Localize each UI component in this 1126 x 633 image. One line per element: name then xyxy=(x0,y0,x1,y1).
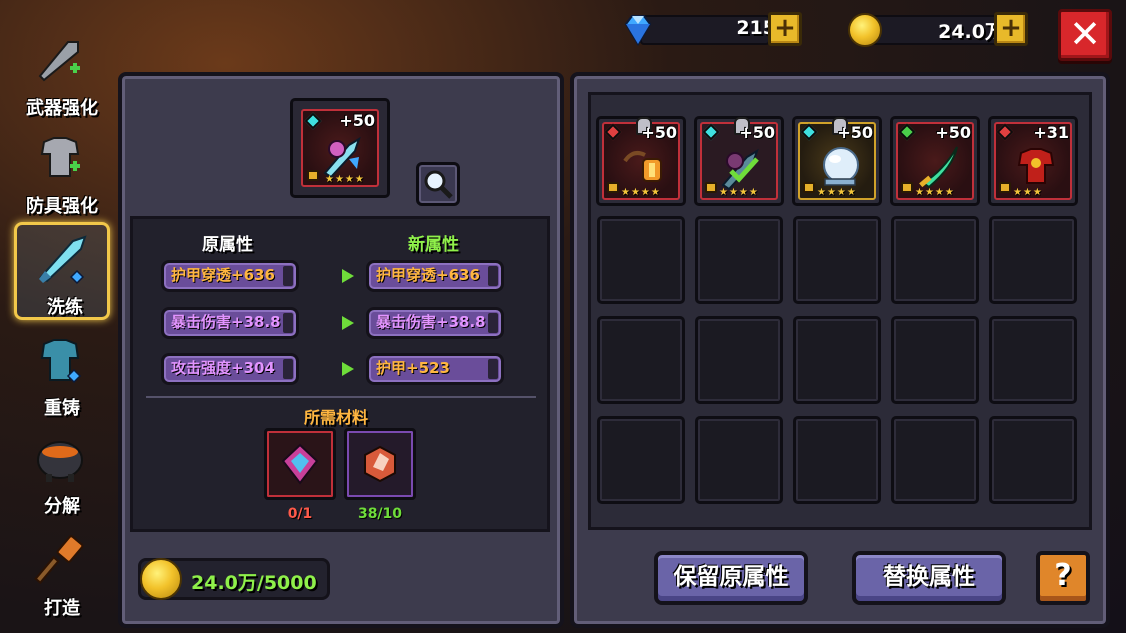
empty-slot[interactable] xyxy=(597,416,685,504)
nav-item-disassemble[interactable]: 分解 xyxy=(14,424,110,522)
crystal-staff-icon xyxy=(721,148,759,191)
red-gem-icon xyxy=(364,445,396,483)
inventory-item-1[interactable]: +50 ★★★★ xyxy=(596,116,686,206)
item-level: +50 xyxy=(837,123,873,142)
nav-label: 防具强化 xyxy=(26,196,98,217)
gold-coin-icon xyxy=(848,13,882,47)
vest-icon xyxy=(40,339,82,384)
crystal-sword-icon xyxy=(39,235,87,285)
nav-item-refine[interactable]: 洗练 xyxy=(14,222,110,320)
nav-label: 分解 xyxy=(44,496,80,517)
crystal-staff-icon xyxy=(323,136,361,179)
hammer-icon xyxy=(34,535,84,585)
gold-counter: 24.0万 + xyxy=(848,12,1033,48)
green-blade-icon xyxy=(919,146,958,189)
sword-icon xyxy=(38,41,80,82)
gem-counter: 215 + xyxy=(620,12,805,48)
lock-icon xyxy=(307,170,319,181)
diamond-icon xyxy=(624,15,652,46)
arrow-icon xyxy=(342,316,354,330)
new-attribute-2: 暴击伤害+38.8 xyxy=(366,307,504,339)
help-button[interactable]: ? xyxy=(1036,551,1090,605)
magnify-button[interactable] xyxy=(416,162,460,206)
new-attribute-1: 护甲穿透+636 xyxy=(366,260,504,292)
lantern-staff-icon xyxy=(623,151,662,182)
gem-amount: 215 xyxy=(736,17,776,39)
keep-attributes-button[interactable]: 保留原属性 xyxy=(654,551,808,605)
empty-slot[interactable] xyxy=(793,316,881,404)
item-stars: ★★★★ xyxy=(915,187,955,198)
new-attribute-3: 护甲+523 xyxy=(366,353,504,385)
empty-slot[interactable] xyxy=(695,316,783,404)
arrow-icon xyxy=(342,269,354,283)
empty-slot[interactable] xyxy=(989,216,1077,304)
nav-item-armor-enhance[interactable]: 防具强化 xyxy=(14,124,110,222)
empty-slot[interactable] xyxy=(695,216,783,304)
nav-item-weapon-enhance[interactable]: 武器强化 xyxy=(14,26,110,124)
selected-item-card[interactable]: +50 ★★★★ xyxy=(290,98,390,198)
fire-armor-icon xyxy=(1017,148,1055,184)
gold-amount: 24.0万 xyxy=(938,21,1004,43)
nav-item-craft[interactable]: 打造 xyxy=(14,526,110,624)
nav-item-reforge[interactable]: 重铸 xyxy=(14,326,110,424)
old-attribute-3: 攻击强度+304 xyxy=(161,353,299,385)
old-attribute-2: 暴击伤害+38.8 xyxy=(161,307,299,339)
item-level: +50 xyxy=(739,123,775,142)
add-gold-button[interactable]: + xyxy=(994,12,1028,46)
inventory-item-2[interactable]: +50 ★★★★ xyxy=(694,116,784,206)
inventory-item-5[interactable]: +31 ★★★ xyxy=(988,116,1078,206)
materials-header: 所需材料 xyxy=(304,408,369,427)
item-level: +50 xyxy=(339,111,375,130)
item-stars: ★★★★ xyxy=(719,187,759,198)
ice-orb-icon xyxy=(823,147,859,186)
replace-attributes-button[interactable]: 替换属性 xyxy=(852,551,1006,605)
inventory-item-3[interactable]: +50 ★★★★ xyxy=(792,116,882,206)
empty-slot[interactable] xyxy=(891,216,979,304)
item-level: +50 xyxy=(641,123,677,142)
lock-icon xyxy=(999,182,1011,193)
empty-slot[interactable] xyxy=(891,316,979,404)
new-attributes-header: 新属性 xyxy=(408,235,459,255)
arrow-icon xyxy=(342,362,354,376)
nav-label: 重铸 xyxy=(44,398,80,419)
inventory-item-4[interactable]: +50 ★★★★ xyxy=(890,116,980,206)
crystal-shard-icon xyxy=(281,443,319,485)
material-count-1: 0/1 xyxy=(287,506,313,522)
empty-slot[interactable] xyxy=(989,316,1077,404)
empty-slot[interactable] xyxy=(891,416,979,504)
nav-label: 洗练 xyxy=(47,297,83,318)
old-attribute-1: 护甲穿透+636 xyxy=(161,260,299,292)
material-count-2: 38/10 xyxy=(357,506,403,522)
lock-icon xyxy=(607,182,619,193)
item-stars: ★★★★ xyxy=(621,187,661,198)
empty-slot[interactable] xyxy=(597,316,685,404)
empty-slot[interactable] xyxy=(793,216,881,304)
armor-icon xyxy=(40,137,80,177)
cauldron-icon xyxy=(37,441,83,482)
empty-slot[interactable] xyxy=(793,416,881,504)
magnify-icon xyxy=(424,170,453,199)
item-stars: ★★★ xyxy=(1013,187,1043,198)
close-button[interactable]: ✕ xyxy=(1058,9,1112,61)
lock-icon xyxy=(901,182,913,193)
gold-coin-icon xyxy=(140,558,182,600)
old-attributes-header: 原属性 xyxy=(202,235,253,255)
material-slot-2[interactable] xyxy=(344,428,416,500)
material-slot-1[interactable] xyxy=(264,428,336,500)
item-level: +50 xyxy=(935,123,971,142)
item-stars: ★★★★ xyxy=(817,187,857,198)
lock-icon xyxy=(705,182,717,193)
lock-icon xyxy=(803,182,815,193)
nav-label: 打造 xyxy=(44,598,80,619)
add-gems-button[interactable]: + xyxy=(768,12,802,46)
nav-label: 武器强化 xyxy=(26,98,98,119)
divider xyxy=(146,396,536,398)
empty-slot[interactable] xyxy=(989,416,1077,504)
empty-slot[interactable] xyxy=(695,416,783,504)
item-stars: ★★★★ xyxy=(325,174,365,185)
item-level: +31 xyxy=(1033,123,1069,142)
empty-slot[interactable] xyxy=(597,216,685,304)
refine-cost: 24.0万/5000 xyxy=(191,572,317,594)
